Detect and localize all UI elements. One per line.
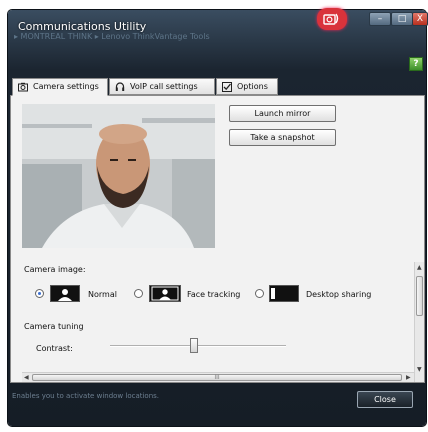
camera-image-label: Camera image: [24,265,86,274]
tab-options[interactable]: Options [216,78,278,95]
contrast-label: Contrast: [36,344,73,353]
tab-voip-call-settings[interactable]: VoIP call settings [109,78,215,95]
status-text: Enables you to activate window locations… [12,392,160,400]
normal-label: Normal [88,290,117,299]
window-close-button[interactable]: X [412,12,428,26]
launch-mirror-button[interactable]: Launch mirror [229,105,336,122]
screen: ▸ MONTREAL THINK ▸ Lenovo ThinkVantage T… [0,0,428,432]
tab-camera-settings[interactable]: Camera settings [12,78,108,96]
normal-radio[interactable] [35,289,44,298]
camera-icon [18,82,28,92]
camera-tuning-label: Camera tuning [24,322,84,331]
scroll-up-arrow-icon[interactable]: ▲ [417,264,422,271]
tab-label: Options [237,82,268,91]
take-snapshot-button[interactable]: Take a snapshot [229,129,336,146]
tab-strip: Camera settings VoIP call settings Optio… [10,78,425,96]
horizontal-scrollbar[interactable]: ◀ III ▶ [22,372,414,382]
help-icon[interactable]: ? [409,57,423,71]
scroll-left-arrow-icon[interactable]: ◀ [24,374,29,381]
contrast-slider-track[interactable] [110,345,286,347]
vertical-scroll-thumb[interactable] [416,276,423,316]
tab-label: VoIP call settings [130,82,198,91]
face-tracking-icon [149,285,181,302]
camera-preview [22,104,215,248]
checkbox-icon [222,82,232,92]
maximize-button[interactable]: □ [391,12,413,26]
scroll-down-arrow-icon[interactable]: ▼ [417,366,422,373]
scroll-right-arrow-icon[interactable]: ▶ [406,374,411,381]
camera-preview-image [22,104,215,248]
window-title: Communications Utility [18,20,147,33]
desktop-sharing-radio[interactable] [255,289,264,298]
tab-label: Camera settings [33,82,99,91]
desktop-sharing-icon [269,285,299,302]
close-button[interactable]: Close [357,391,413,408]
normal-mode-icon [50,285,80,302]
contrast-slider-thumb[interactable] [190,338,198,353]
app-camera-phone-icon [317,8,347,30]
horizontal-scroll-thumb[interactable]: III [32,374,402,381]
minimize-button[interactable]: – [369,12,391,26]
headset-icon [115,82,125,91]
desktop-sharing-label: Desktop sharing [306,290,372,299]
vertical-scrollbar[interactable]: ▲ ▼ [414,262,424,382]
face-tracking-label: Face tracking [187,290,241,299]
face-tracking-radio[interactable] [134,289,143,298]
